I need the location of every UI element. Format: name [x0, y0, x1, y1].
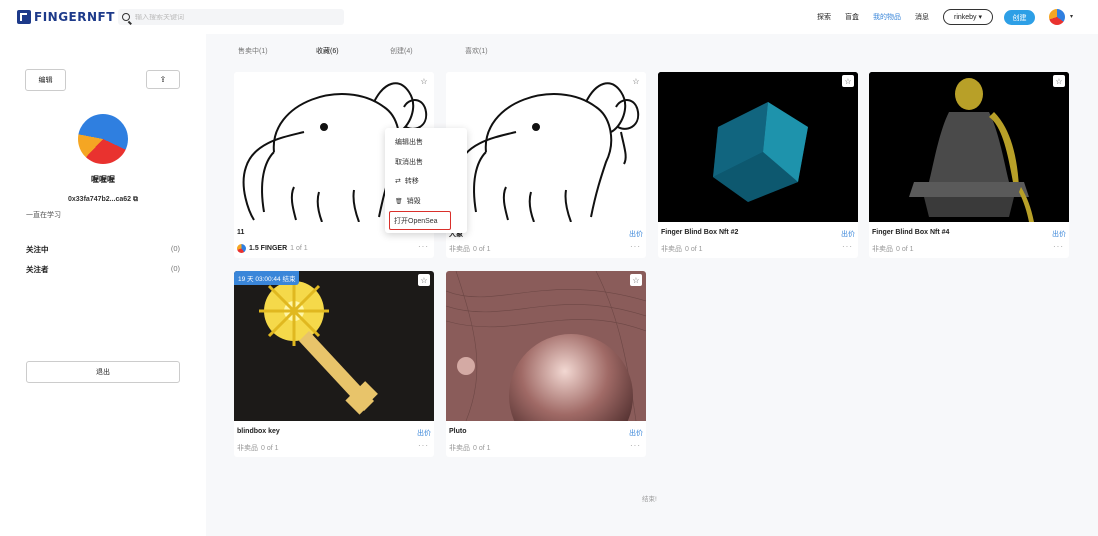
menu-burn[interactable]: 🗑 销毁 — [395, 196, 421, 206]
bid-link[interactable]: 出价 — [629, 428, 643, 438]
trash-icon: 🗑 — [395, 198, 403, 205]
nft-card[interactable]: ☆ Pluto 出价 非卖品 0 of 1 ··· — [446, 271, 646, 457]
menu-cancel-sale[interactable]: 取消出售 — [395, 157, 423, 167]
nft-price: 1.5 FINGER — [249, 245, 288, 252]
nft-status: 非卖品 — [872, 246, 893, 253]
more-options-icon[interactable]: ··· — [630, 441, 641, 450]
tab-collected[interactable]: 收藏(6) — [316, 46, 339, 56]
edit-profile-button[interactable]: 编辑 — [25, 69, 66, 91]
more-options-icon[interactable]: ··· — [1053, 242, 1064, 251]
nav-explore[interactable]: 探索 — [817, 12, 831, 22]
tab-liked[interactable]: 喜欢(1) — [465, 46, 488, 56]
tab-on-sale[interactable]: 售卖中(1) — [238, 46, 268, 56]
nft-edition: 0 of 1 — [473, 245, 491, 253]
nft-card[interactable]: ☆ 大象 出价 非卖品 0 of 1 ··· — [446, 72, 646, 258]
nft-title[interactable]: blindbox key — [237, 428, 280, 435]
search-icon — [122, 13, 130, 21]
nav-my-items[interactable]: 我的物品 — [873, 12, 901, 22]
nft-status: 非卖品 — [449, 445, 470, 452]
list-end-label: 结束! — [642, 496, 657, 503]
nft-image-elephant[interactable] — [446, 72, 646, 222]
nft-meta: 1.5 FINGER 1 of 1 — [237, 244, 308, 253]
top-header: FINGERNFT 探索 盲盒 我的物品 消息 rinkeby ▾ 创建 ▾ — [0, 0, 1098, 34]
bid-link[interactable]: 出价 — [841, 229, 855, 239]
favorite-icon[interactable]: ☆ — [842, 75, 854, 87]
network-selector[interactable]: rinkeby ▾ — [943, 9, 993, 25]
menu-cancel-sale-label: 取消出售 — [395, 159, 423, 166]
share-button[interactable]: ⇪ — [146, 70, 180, 89]
logo-icon — [17, 10, 31, 24]
nft-meta: 非卖品 0 of 1 — [661, 244, 703, 254]
nft-edition: 0 of 1 — [685, 245, 703, 253]
chevron-down-icon[interactable]: ▾ — [1070, 13, 1073, 20]
nft-title[interactable]: Pluto — [449, 428, 467, 435]
search-input[interactable] — [135, 13, 335, 21]
nft-card[interactable]: ☆ Finger Blind Box Nft #4 出价 非卖品 0 of 1 … — [869, 72, 1069, 258]
bid-link[interactable]: 出价 — [1052, 229, 1066, 239]
nft-meta: 非卖品 0 of 1 — [872, 244, 914, 254]
nft-edition: 0 of 1 — [896, 245, 914, 253]
nft-title[interactable]: Finger Blind Box Nft #4 — [872, 229, 949, 236]
favorite-icon[interactable]: ☆ — [1053, 75, 1065, 87]
nft-image-key[interactable] — [234, 271, 434, 421]
nft-meta: 非卖品 0 of 1 — [449, 244, 491, 254]
menu-burn-label: 销毁 — [406, 198, 421, 205]
more-options-icon[interactable]: ··· — [630, 242, 641, 251]
following-count: (0) — [170, 244, 180, 253]
bid-link[interactable]: 出价 — [629, 229, 643, 239]
followers-count: (0) — [170, 264, 180, 273]
logo[interactable]: FINGERNFT — [17, 9, 115, 25]
nft-image-statue[interactable] — [869, 72, 1069, 222]
tab-created[interactable]: 创建(4) — [390, 46, 413, 56]
menu-edit-sale[interactable]: 编辑出售 — [395, 137, 423, 147]
nft-status: 非卖品 — [661, 246, 682, 253]
nft-status: 非卖品 — [237, 445, 258, 452]
profile-avatar — [78, 114, 128, 164]
transfer-icon: ⇄ — [395, 178, 401, 185]
nft-meta: 非卖品 0 of 1 — [449, 443, 491, 453]
favorite-icon[interactable]: ☆ — [418, 75, 430, 87]
menu-open-opensea[interactable]: 打开OpenSea — [389, 211, 451, 230]
share-icon: ⇪ — [159, 75, 167, 84]
nft-context-menu: 编辑出售 取消出售 ⇄ 转移 🗑 销毁 打开OpenSea — [385, 128, 467, 233]
nft-status: 非卖品 — [449, 246, 470, 253]
nft-edition: 1 of 1 — [290, 245, 308, 252]
nft-edition: 0 of 1 — [261, 444, 279, 452]
profile-sidebar: 编辑 ⇪ 喔喔喔 0x33fa747b2...ca62 ⧉ 一直在学习 关注中 … — [0, 34, 206, 536]
followers-label[interactable]: 关注者 — [26, 264, 49, 275]
nav-messages[interactable]: 消息 — [915, 12, 929, 22]
nft-title[interactable]: 11 — [237, 229, 244, 236]
create-button[interactable]: 创建 — [1004, 10, 1035, 25]
nft-card[interactable]: 19 天 03:00:44 结束 ☆ blindbox key 出价 非卖品 0… — [234, 271, 434, 457]
finger-token-icon — [237, 244, 246, 253]
favorite-icon[interactable]: ☆ — [630, 274, 642, 286]
profile-bio: 一直在学习 — [26, 212, 61, 219]
logout-button[interactable]: 退出 — [26, 361, 180, 383]
menu-transfer-label: 转移 — [404, 178, 419, 185]
nft-meta: 非卖品 0 of 1 — [237, 443, 279, 453]
menu-transfer[interactable]: ⇄ 转移 — [395, 176, 419, 186]
menu-edit-sale-label: 编辑出售 — [395, 139, 423, 146]
user-avatar[interactable] — [1049, 9, 1065, 25]
logo-text: FINGERNFT — [34, 10, 115, 24]
nav-blindbox[interactable]: 盲盒 — [845, 12, 859, 22]
wallet-address[interactable]: 0x33fa747b2...ca62 ⧉ — [0, 196, 206, 204]
search-bar[interactable] — [118, 9, 344, 25]
favorite-icon[interactable]: ☆ — [418, 274, 430, 286]
favorite-icon[interactable]: ☆ — [630, 75, 642, 87]
more-options-icon[interactable]: ··· — [842, 242, 853, 251]
more-options-icon[interactable]: ··· — [418, 242, 429, 251]
nft-edition: 0 of 1 — [473, 444, 491, 452]
nft-image-sphere[interactable] — [446, 271, 646, 421]
profile-username: 喔喔喔 — [91, 175, 115, 184]
nft-card[interactable]: ☆ Finger Blind Box Nft #2 出价 非卖品 0 of 1 … — [658, 72, 858, 258]
more-options-icon[interactable]: ··· — [418, 441, 429, 450]
nft-image-cube[interactable] — [658, 72, 858, 222]
menu-open-opensea-label: 打开OpenSea — [394, 217, 438, 225]
nft-title[interactable]: Finger Blind Box Nft #2 — [661, 229, 738, 236]
auction-timer-badge: 19 天 03:00:44 结束 — [234, 271, 300, 285]
following-label[interactable]: 关注中 — [26, 244, 49, 255]
bid-link[interactable]: 出价 — [417, 428, 431, 438]
